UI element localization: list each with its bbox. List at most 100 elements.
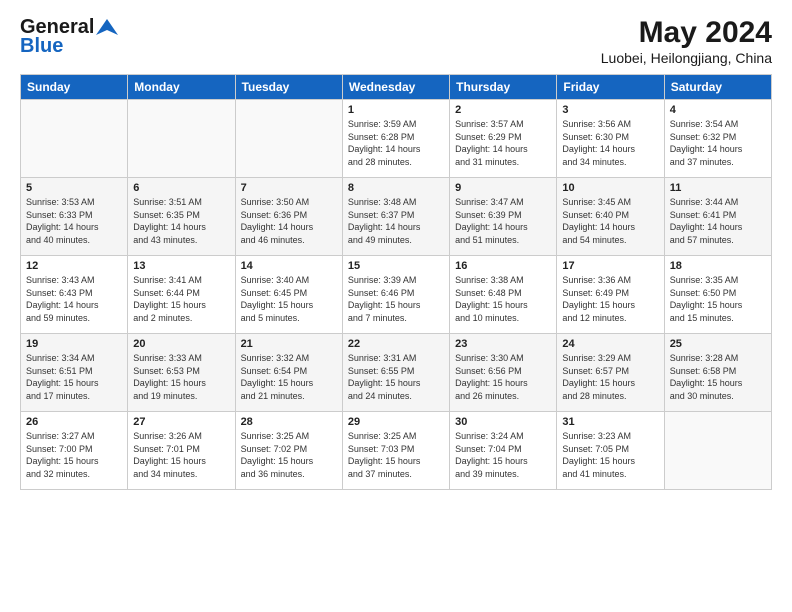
calendar-cell: 23Sunrise: 3:30 AM Sunset: 6:56 PM Dayli… bbox=[450, 334, 557, 412]
day-info: Sunrise: 3:38 AM Sunset: 6:48 PM Dayligh… bbox=[455, 274, 551, 324]
logo: General Blue bbox=[20, 16, 118, 58]
weekday-header-tuesday: Tuesday bbox=[235, 75, 342, 100]
calendar-cell: 10 Sunrise: 3:45 AM Sunset: 6:40 PM Dayli… bbox=[557, 178, 664, 256]
day-info: Sunrise: 3:29 AM Sunset: 6:57 PM Dayligh… bbox=[562, 352, 658, 402]
day-number: 20 bbox=[133, 338, 229, 350]
calendar-cell bbox=[128, 100, 235, 178]
day-info: Sunrise: 3:28 AM Sunset: 6:58 PM Dayligh… bbox=[670, 352, 766, 402]
calendar-cell: 28 Sunrise: 3:25 AM Sunset: 7:02 PM Dayli… bbox=[235, 412, 342, 490]
weekday-header-sunday: Sunday bbox=[21, 75, 128, 100]
day-number: 3 bbox=[562, 104, 658, 116]
day-number: 25 bbox=[670, 338, 766, 350]
day-number: 12 bbox=[26, 260, 122, 272]
day-info: Sunrise: 3:50 AM Sunset: 6:36 PM Dayligh… bbox=[241, 196, 337, 246]
day-number: 23 bbox=[455, 338, 551, 350]
calendar-cell: 17 Sunrise: 3:36 AM Sunset: 6:49 PM Dayli… bbox=[557, 256, 664, 334]
day-number: 13 bbox=[133, 260, 229, 272]
week-row-3: 12 Sunrise: 3:43 AM Sunset: 6:43 PM Dayli… bbox=[21, 256, 772, 334]
day-info: Sunrise: 3:24 AM Sunset: 7:04 PM Dayligh… bbox=[455, 430, 551, 480]
logo-bird-icon bbox=[96, 17, 118, 39]
day-info: Sunrise: 3:48 AM Sunset: 6:37 PM Dayligh… bbox=[348, 196, 444, 246]
calendar-cell: 20 Sunrise: 3:33 AM Sunset: 6:53 PM Dayli… bbox=[128, 334, 235, 412]
day-info: Sunrise: 3:43 AM Sunset: 6:43 PM Dayligh… bbox=[26, 274, 122, 324]
day-info: Sunrise: 3:25 AM Sunset: 7:03 PM Dayligh… bbox=[348, 430, 444, 480]
week-row-4: 19 Sunrise: 3:34 AM Sunset: 6:51 PM Dayli… bbox=[21, 334, 772, 412]
calendar-cell: 31Sunrise: 3:23 AM Sunset: 7:05 PM Dayli… bbox=[557, 412, 664, 490]
calendar-cell: 6 Sunrise: 3:51 AM Sunset: 6:35 PM Daylig… bbox=[128, 178, 235, 256]
calendar-cell: 3 Sunrise: 3:56 AM Sunset: 6:30 PM Daylig… bbox=[557, 100, 664, 178]
calendar-cell bbox=[235, 100, 342, 178]
calendar-cell: 16 Sunrise: 3:38 AM Sunset: 6:48 PM Dayli… bbox=[450, 256, 557, 334]
calendar-cell: 12 Sunrise: 3:43 AM Sunset: 6:43 PM Dayli… bbox=[21, 256, 128, 334]
month-title: May 2024 bbox=[601, 16, 772, 50]
day-info: Sunrise: 3:41 AM Sunset: 6:44 PM Dayligh… bbox=[133, 274, 229, 324]
day-number: 17 bbox=[562, 260, 658, 272]
week-row-2: 5 Sunrise: 3:53 AM Sunset: 6:33 PM Daylig… bbox=[21, 178, 772, 256]
day-number: 21 bbox=[241, 338, 337, 350]
day-info: Sunrise: 3:53 AM Sunset: 6:33 PM Dayligh… bbox=[26, 196, 122, 246]
day-info: Sunrise: 3:59 AM Sunset: 6:28 PM Dayligh… bbox=[348, 118, 444, 168]
week-row-1: 1 Sunrise: 3:59 AM Sunset: 6:28 PM Daylig… bbox=[21, 100, 772, 178]
day-info: Sunrise: 3:56 AM Sunset: 6:30 PM Dayligh… bbox=[562, 118, 658, 168]
day-info: Sunrise: 3:23 AM Sunset: 7:05 PM Dayligh… bbox=[562, 430, 658, 480]
day-number: 10 bbox=[562, 182, 658, 194]
day-number: 9 bbox=[455, 182, 551, 194]
weekday-header-saturday: Saturday bbox=[664, 75, 771, 100]
day-number: 1 bbox=[348, 104, 444, 116]
calendar-cell: 26 Sunrise: 3:27 AM Sunset: 7:00 PM Dayli… bbox=[21, 412, 128, 490]
day-info: Sunrise: 3:45 AM Sunset: 6:40 PM Dayligh… bbox=[562, 196, 658, 246]
day-number: 26 bbox=[26, 416, 122, 428]
calendar-cell: 7Sunrise: 3:50 AM Sunset: 6:36 PM Daylig… bbox=[235, 178, 342, 256]
day-number: 11 bbox=[670, 182, 766, 194]
weekday-header-monday: Monday bbox=[128, 75, 235, 100]
day-info: Sunrise: 3:40 AM Sunset: 6:45 PM Dayligh… bbox=[241, 274, 337, 324]
calendar-cell: 22Sunrise: 3:31 AM Sunset: 6:55 PM Dayli… bbox=[342, 334, 449, 412]
day-info: Sunrise: 3:39 AM Sunset: 6:46 PM Dayligh… bbox=[348, 274, 444, 324]
logo-blue: Blue bbox=[20, 35, 63, 58]
calendar-cell: 2Sunrise: 3:57 AM Sunset: 6:29 PM Daylig… bbox=[450, 100, 557, 178]
calendar-cell: 19 Sunrise: 3:34 AM Sunset: 6:51 PM Dayli… bbox=[21, 334, 128, 412]
day-info: Sunrise: 3:54 AM Sunset: 6:32 PM Dayligh… bbox=[670, 118, 766, 168]
day-info: Sunrise: 3:26 AM Sunset: 7:01 PM Dayligh… bbox=[133, 430, 229, 480]
calendar-cell: 14 Sunrise: 3:40 AM Sunset: 6:45 PM Dayli… bbox=[235, 256, 342, 334]
day-number: 30 bbox=[455, 416, 551, 428]
calendar-cell: 9Sunrise: 3:47 AM Sunset: 6:39 PM Daylig… bbox=[450, 178, 557, 256]
weekday-header-friday: Friday bbox=[557, 75, 664, 100]
day-number: 18 bbox=[670, 260, 766, 272]
day-number: 2 bbox=[455, 104, 551, 116]
calendar-cell: 30 Sunrise: 3:24 AM Sunset: 7:04 PM Dayli… bbox=[450, 412, 557, 490]
day-number: 16 bbox=[455, 260, 551, 272]
calendar-cell bbox=[21, 100, 128, 178]
day-number: 5 bbox=[26, 182, 122, 194]
day-info: Sunrise: 3:32 AM Sunset: 6:54 PM Dayligh… bbox=[241, 352, 337, 402]
calendar-cell: 18 Sunrise: 3:35 AM Sunset: 6:50 PM Dayli… bbox=[664, 256, 771, 334]
day-info: Sunrise: 3:31 AM Sunset: 6:55 PM Dayligh… bbox=[348, 352, 444, 402]
day-info: Sunrise: 3:33 AM Sunset: 6:53 PM Dayligh… bbox=[133, 352, 229, 402]
day-number: 4 bbox=[670, 104, 766, 116]
day-info: Sunrise: 3:34 AM Sunset: 6:51 PM Dayligh… bbox=[26, 352, 122, 402]
location: Luobei, Heilongjiang, China bbox=[601, 50, 772, 66]
day-info: Sunrise: 3:27 AM Sunset: 7:00 PM Dayligh… bbox=[26, 430, 122, 480]
day-number: 19 bbox=[26, 338, 122, 350]
day-info: Sunrise: 3:25 AM Sunset: 7:02 PM Dayligh… bbox=[241, 430, 337, 480]
calendar-cell bbox=[664, 412, 771, 490]
day-info: Sunrise: 3:35 AM Sunset: 6:50 PM Dayligh… bbox=[670, 274, 766, 324]
day-number: 29 bbox=[348, 416, 444, 428]
calendar-cell: 25 Sunrise: 3:28 AM Sunset: 6:58 PM Dayli… bbox=[664, 334, 771, 412]
day-number: 28 bbox=[241, 416, 337, 428]
title-block: May 2024 Luobei, Heilongjiang, China bbox=[601, 16, 772, 66]
weekday-header-row: SundayMondayTuesdayWednesdayThursdayFrid… bbox=[21, 75, 772, 100]
day-number: 6 bbox=[133, 182, 229, 194]
calendar-cell: 5 Sunrise: 3:53 AM Sunset: 6:33 PM Daylig… bbox=[21, 178, 128, 256]
day-info: Sunrise: 3:51 AM Sunset: 6:35 PM Dayligh… bbox=[133, 196, 229, 246]
weekday-header-thursday: Thursday bbox=[450, 75, 557, 100]
week-row-5: 26 Sunrise: 3:27 AM Sunset: 7:00 PM Dayli… bbox=[21, 412, 772, 490]
day-number: 14 bbox=[241, 260, 337, 272]
day-number: 8 bbox=[348, 182, 444, 194]
day-number: 24 bbox=[562, 338, 658, 350]
day-number: 15 bbox=[348, 260, 444, 272]
calendar-cell: 1 Sunrise: 3:59 AM Sunset: 6:28 PM Daylig… bbox=[342, 100, 449, 178]
calendar-cell: 15 Sunrise: 3:39 AM Sunset: 6:46 PM Dayli… bbox=[342, 256, 449, 334]
day-info: Sunrise: 3:36 AM Sunset: 6:49 PM Dayligh… bbox=[562, 274, 658, 324]
day-info: Sunrise: 3:44 AM Sunset: 6:41 PM Dayligh… bbox=[670, 196, 766, 246]
